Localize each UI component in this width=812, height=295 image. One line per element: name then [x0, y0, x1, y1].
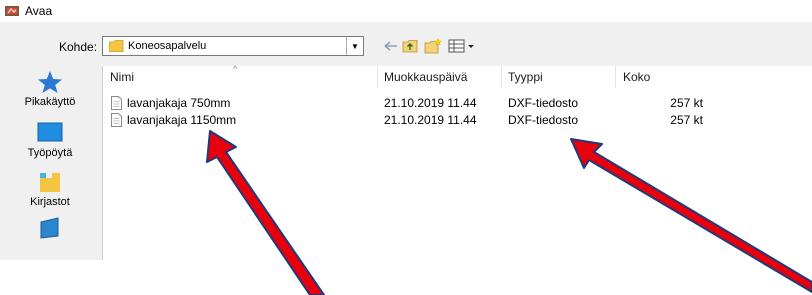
file-icon: [111, 96, 122, 110]
title-bar: Avaa: [0, 0, 812, 22]
view-menu-icon[interactable]: [447, 37, 477, 55]
file-size: 257 kt: [670, 113, 703, 127]
location-combobox[interactable]: Koneosapalvelu ▼: [102, 36, 364, 56]
folder-icon: [109, 40, 124, 52]
star-icon: [38, 71, 62, 93]
file-name: lavanjakaja 1150mm: [127, 113, 237, 127]
column-header-size[interactable]: Koko: [623, 70, 650, 84]
place-desktop[interactable]: Työpöytä: [6, 121, 94, 167]
file-row[interactable]: lavanjakaja 1150mm 21.10.2019 11.44 DXF-…: [103, 112, 812, 129]
back-arrow-icon[interactable]: [383, 37, 399, 55]
file-date: 21.10.2019 11.44: [384, 113, 477, 127]
place-label: Pikakäyttö: [24, 96, 76, 108]
location-label: Kohde:: [59, 40, 98, 54]
sort-ascending-icon: ^: [233, 64, 238, 74]
location-value: Koneosapalvelu: [128, 40, 207, 52]
desktop-icon: [37, 122, 63, 142]
file-type: DXF-tiedosto: [508, 96, 579, 110]
chevron-down-icon[interactable]: ▼: [346, 37, 363, 55]
file-name: lavanjakaja 750mm: [127, 96, 231, 110]
column-header-name[interactable]: Nimi: [110, 70, 134, 84]
file-list[interactable]: ^ Nimi Muokkauspäivä Tyyppi Koko lavanja…: [102, 64, 812, 260]
app-icon: [5, 6, 19, 16]
file-type: DXF-tiedosto: [508, 113, 579, 127]
file-date: 21.10.2019 11.44: [384, 96, 477, 110]
place-label: Kirjastot: [30, 196, 70, 208]
place-quick-access[interactable]: Pikakäyttö: [6, 70, 94, 116]
file-row[interactable]: lavanjakaja 750mm 21.10.2019 11.44 DXF-t…: [103, 95, 812, 112]
libraries-icon: [40, 173, 60, 192]
column-divider[interactable]: [615, 66, 616, 88]
file-size: 257 kt: [670, 96, 703, 110]
column-divider[interactable]: [501, 66, 502, 88]
file-icon: [111, 113, 122, 127]
places-bar: Pikakäyttö Työpöytä Kirjastot: [6, 66, 94, 260]
place-label: Työpöytä: [27, 147, 73, 159]
new-folder-icon[interactable]: [423, 37, 443, 55]
place-libraries[interactable]: Kirjastot: [6, 170, 94, 216]
column-header-date[interactable]: Muokkauspäivä: [384, 70, 467, 84]
open-dialog: Kohde: Koneosapalvelu ▼ Pikakäyttö Työpö…: [0, 22, 812, 260]
column-divider[interactable]: [377, 66, 378, 88]
place-computer[interactable]: [6, 216, 94, 262]
window-title: Avaa: [25, 4, 53, 18]
up-folder-icon[interactable]: [401, 37, 419, 55]
column-header-type[interactable]: Tyyppi: [508, 70, 543, 84]
computer-icon: [40, 217, 59, 239]
